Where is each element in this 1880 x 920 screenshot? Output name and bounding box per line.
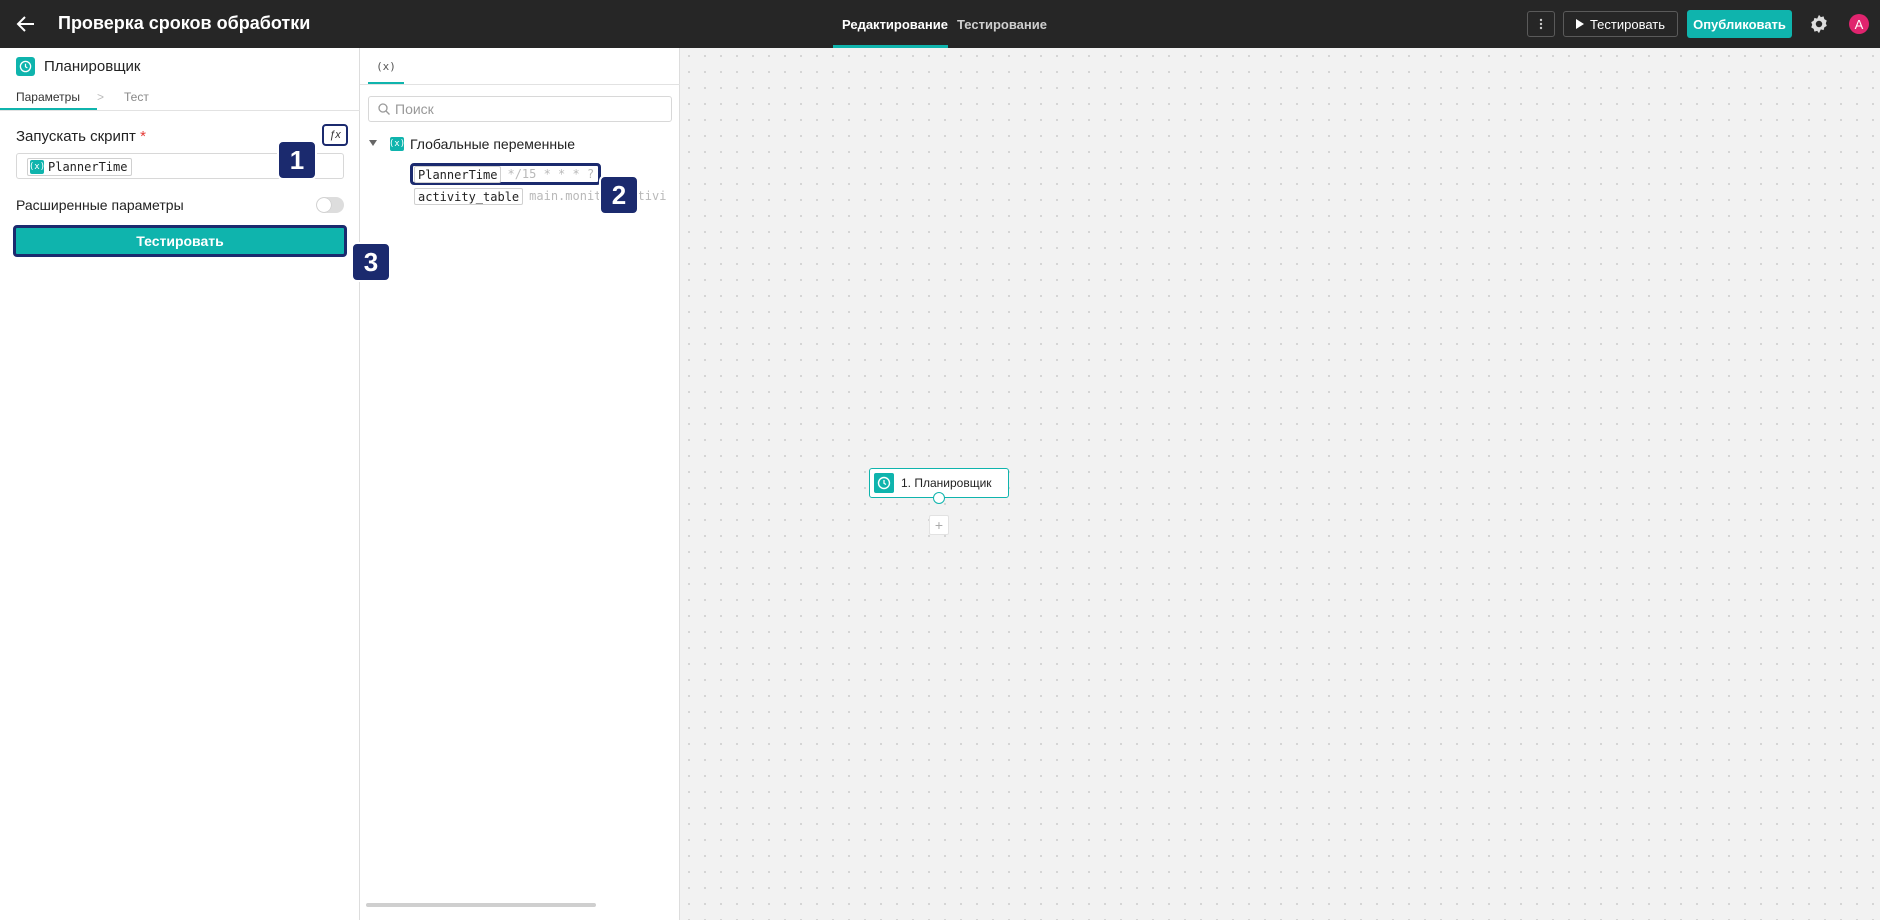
function-editor-button[interactable]: ƒx: [322, 124, 348, 146]
variable-name: PlannerTime: [414, 165, 502, 183]
play-icon: [1575, 19, 1584, 29]
publish-button[interactable]: Опубликовать: [1687, 10, 1792, 38]
top-bar: Проверка сроков обработки Редактирование…: [0, 0, 1880, 48]
variable-group-icon: (x): [388, 137, 406, 151]
chevron-right-icon: >: [97, 90, 105, 104]
annotation-marker: 1: [277, 140, 317, 180]
node-output-port[interactable]: [933, 492, 945, 504]
flow-node-label: 1. Планировщик: [901, 476, 992, 490]
tab-variables[interactable]: (x): [368, 48, 404, 84]
divider: [360, 84, 680, 85]
tab-test[interactable]: Тест: [124, 90, 149, 104]
run-script-label-text: Запускать скрипт: [16, 128, 136, 145]
back-arrow-icon[interactable]: [14, 12, 38, 36]
gear-icon[interactable]: [1808, 13, 1830, 35]
variable-chip[interactable]: (x) PlannerTime: [27, 158, 133, 176]
collapse-caret-icon[interactable]: [369, 140, 377, 146]
variable-row[interactable]: PlannerTime */15 * * * ?: [410, 163, 602, 185]
variable-chip-label: PlannerTime: [48, 160, 128, 174]
tab-testing[interactable]: Тестирование: [957, 17, 1047, 32]
search-input[interactable]: [395, 99, 665, 119]
horizontal-scrollbar[interactable]: [366, 903, 596, 907]
clock-icon: [874, 473, 894, 493]
flow-canvas[interactable]: 1. Планировщик +: [681, 48, 1880, 920]
variable-value: main.monitor_activi: [529, 189, 667, 203]
tab-parameters[interactable]: Параметры: [16, 90, 80, 104]
test-run-label: Тестировать: [1589, 16, 1666, 32]
tab-editing[interactable]: Редактирование: [842, 17, 948, 32]
variable-name: activity_table: [414, 187, 524, 205]
global-variables-group[interactable]: Глобальные переменные: [410, 136, 575, 152]
clock-icon: [16, 57, 35, 76]
variable-value: */15 * * * ?: [507, 167, 595, 181]
more-menu-button[interactable]: [1527, 11, 1555, 37]
required-mark: *: [140, 128, 146, 145]
more-vertical-icon: [1539, 18, 1543, 30]
page-title: Проверка сроков обработки: [58, 13, 311, 33]
add-node-button[interactable]: +: [929, 515, 949, 535]
test-button[interactable]: Тестировать: [13, 225, 347, 257]
variable-search[interactable]: [368, 96, 672, 122]
advanced-params-toggle[interactable]: [316, 197, 344, 213]
run-script-label: Запускать скрипт *: [16, 128, 146, 145]
test-run-button[interactable]: Тестировать: [1563, 11, 1678, 37]
annotation-marker: 2: [599, 175, 639, 215]
annotation-marker: 3: [351, 242, 391, 282]
node-name: Планировщик: [44, 58, 141, 75]
variable-icon: (x): [28, 160, 46, 174]
divider: [0, 110, 360, 111]
advanced-params-label: Расширенные параметры: [16, 197, 184, 213]
search-icon: [378, 103, 390, 115]
avatar[interactable]: A: [1849, 14, 1869, 34]
